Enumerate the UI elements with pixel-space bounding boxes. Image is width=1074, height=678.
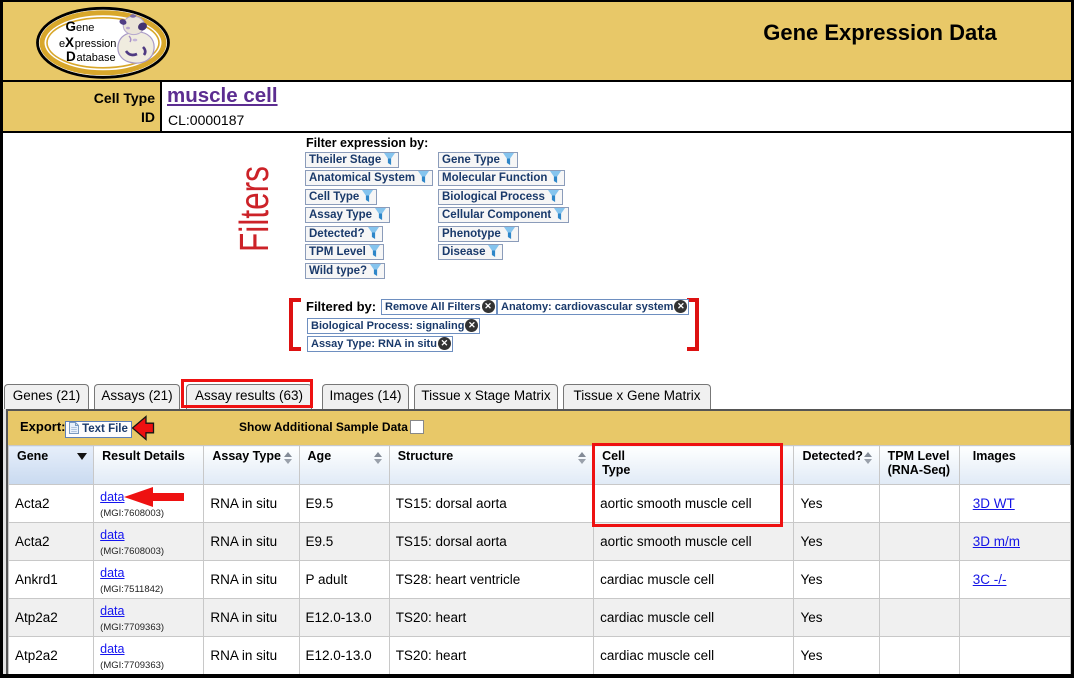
svg-text:ene: ene <box>76 22 94 34</box>
svg-text:D: D <box>66 49 76 64</box>
svg-text:pression: pression <box>75 38 117 50</box>
svg-text:atabase: atabase <box>77 52 116 64</box>
svg-text:G: G <box>66 19 77 34</box>
svg-text:X: X <box>65 35 74 50</box>
